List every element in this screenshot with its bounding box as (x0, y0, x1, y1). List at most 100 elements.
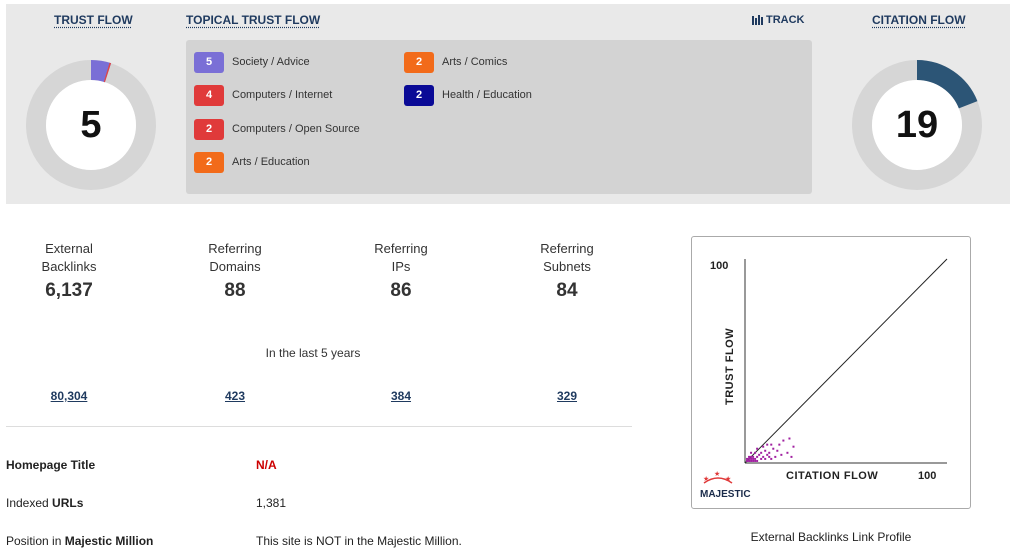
link-profile-plot: 100 100 CITATION FLOW TRUST FLOW ★ ★ ★ M… (700, 258, 948, 500)
stat-referring-subnets: Referring Subnets 84 (502, 240, 632, 302)
topic-label: Society / Advice (232, 56, 310, 68)
topic-label: Arts / Comics (442, 56, 508, 68)
topic-score-badge: 4 (194, 84, 224, 106)
topic-item[interactable]: 2 Computers / Open Source (194, 118, 360, 140)
stat-referring-domains: Referring Domains 88 (170, 240, 300, 302)
stat-label-line: Referring (374, 241, 428, 256)
history-backlinks-link[interactable]: 80,304 (4, 389, 134, 403)
x-max-tick: 100 (918, 470, 936, 482)
topic-item[interactable]: 2 Arts / Education (194, 151, 310, 173)
majestic-million-label-bold: Majestic Million (64, 534, 154, 548)
scatter-point (748, 455, 751, 458)
stat-external-backlinks: External Backlinks 6,137 (4, 240, 134, 302)
topic-label: Computers / Open Source (232, 123, 360, 135)
link-profile-chart[interactable]: 100 100 CITATION FLOW TRUST FLOW ★ ★ ★ M… (691, 236, 971, 509)
topic-item[interactable]: 4 Computers / Internet (194, 84, 332, 106)
scatter-point (780, 453, 783, 456)
topic-score-badge: 2 (194, 151, 224, 173)
track-button[interactable]: TRACK (752, 14, 805, 26)
homepage-title-value: N/A (256, 458, 277, 472)
topical-trust-flow-title[interactable]: TOPICAL TRUST FLOW (186, 13, 320, 27)
logo-star: ★ (725, 475, 731, 483)
scatter-point (750, 459, 753, 462)
scatter-point (752, 459, 755, 462)
scatter-point (766, 443, 769, 446)
indexed-urls-label-prefix: Indexed (6, 496, 53, 510)
stat-label-line: Referring (540, 241, 594, 256)
topic-label: Arts / Education (232, 156, 310, 168)
topic-label: Health / Education (442, 89, 532, 101)
scatter-point (752, 455, 755, 458)
scatter-point (754, 451, 757, 454)
scatter-point (748, 457, 751, 460)
history-domains-link[interactable]: 423 (170, 389, 300, 403)
logo-star: ★ (703, 475, 709, 483)
logo-text: MAJESTIC (700, 489, 751, 500)
stat-label: Referring Domains (170, 240, 300, 276)
citation-flow-title[interactable]: CITATION FLOW (872, 13, 966, 27)
scatter-point (762, 455, 765, 458)
scatter-point (782, 439, 785, 442)
scatter-point (752, 457, 755, 460)
topic-score-badge: 5 (194, 51, 224, 73)
scatter-point (756, 455, 759, 458)
history-ips-link[interactable]: 384 (336, 389, 466, 403)
homepage-title-label-text: Homepage Title (6, 458, 96, 472)
topic-label: Computers / Internet (232, 89, 333, 101)
scatter-point (750, 451, 753, 454)
stat-label-line: External (45, 241, 93, 256)
stat-label: Referring Subnets (502, 240, 632, 276)
history-subnets-link[interactable]: 329 (502, 389, 632, 403)
logo-star: ★ (714, 470, 720, 478)
scatter-point (764, 449, 767, 452)
trust-flow-gauge[interactable]: 5 (26, 60, 156, 190)
x-axis-label: CITATION FLOW (786, 470, 878, 482)
topic-score-badge: 2 (404, 84, 434, 106)
scatter-point (760, 451, 763, 454)
stat-value: 88 (224, 280, 246, 301)
stat-label-line: IPs (391, 259, 411, 274)
scatter-point (786, 451, 789, 454)
scatter-point (772, 447, 775, 450)
scatter-points (746, 437, 795, 462)
scatter-point (754, 459, 757, 462)
majestic-million-label: Position in Majestic Million (6, 534, 153, 548)
y-axis-label: TRUST FLOW (724, 328, 736, 405)
majestic-million-value: This site is NOT in the Majestic Million… (256, 534, 462, 548)
stat-value: 6,137 (45, 280, 93, 301)
stat-label-line: Subnets (543, 259, 591, 274)
stat-label-line: Backlinks (41, 259, 97, 274)
scatter-point (768, 451, 771, 454)
homepage-title-label: Homepage Title (6, 458, 95, 472)
scatter-point (750, 457, 753, 460)
scatter-point (788, 437, 791, 440)
stat-referring-ips: Referring IPs 86 (336, 240, 466, 302)
divider (6, 426, 632, 427)
scatter-point (770, 457, 773, 460)
topic-item[interactable]: 2 Health / Education (404, 84, 532, 106)
trust-flow-value: 5 (80, 103, 102, 146)
trust-flow-title[interactable]: TRUST FLOW (54, 13, 133, 27)
scatter-point (792, 445, 795, 448)
citation-flow-value: 19 (895, 103, 939, 146)
topic-item[interactable]: 5 Society / Advice (194, 51, 310, 73)
period-text: In the last 5 years (265, 346, 361, 360)
scatter-point (790, 455, 793, 458)
indexed-urls-label: Indexed URLs (6, 496, 83, 510)
citation-flow-gauge[interactable]: 19 (852, 60, 982, 190)
stat-label: Referring IPs (336, 240, 466, 276)
topic-item[interactable]: 2 Arts / Comics (404, 51, 507, 73)
scatter-point (746, 459, 749, 462)
topic-score-badge: 2 (404, 51, 434, 73)
scatter-point (756, 447, 759, 450)
scatter-point (764, 457, 767, 460)
scatter-point (766, 453, 769, 456)
indexed-urls-value: 1,381 (256, 496, 287, 510)
scatter-point (754, 457, 757, 460)
stat-value: 86 (390, 280, 412, 301)
track-label: TRACK (766, 14, 805, 26)
scatter-point (768, 455, 771, 458)
stat-value: 84 (556, 280, 578, 301)
topical-trust-flow-panel: 5 Society / Advice 4 Computers / Interne… (186, 40, 812, 194)
majestic-logo: ★ ★ ★ MAJESTIC (700, 470, 751, 500)
